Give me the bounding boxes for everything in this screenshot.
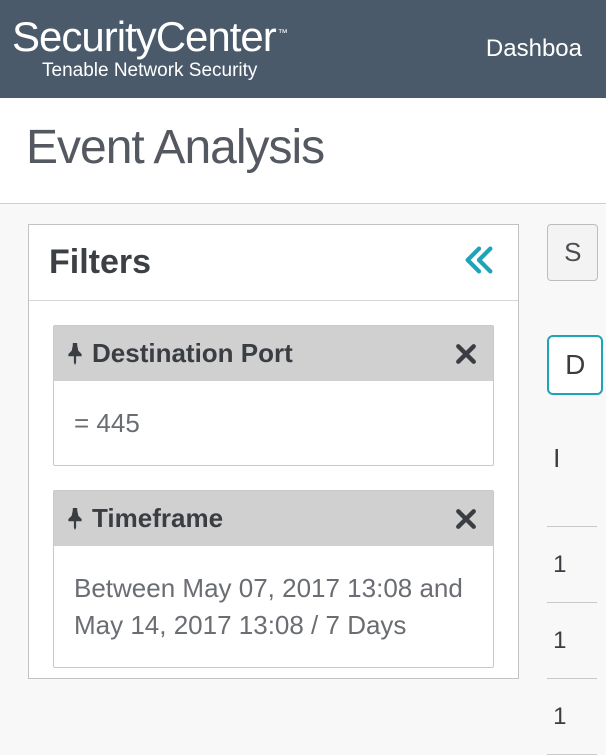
table-row[interactable]: 1 xyxy=(547,527,597,603)
logo-text: SecurityCenter™ xyxy=(12,16,486,58)
chevron-left-double-icon[interactable] xyxy=(462,243,496,282)
page-title: Event Analysis xyxy=(26,120,580,175)
filter-card-header[interactable]: Timeframe xyxy=(54,491,493,546)
filters-panel: Filters Destination Port xyxy=(28,224,519,679)
filter-list: Destination Port = 445 Timeframe xyxy=(29,301,518,678)
rhs-chip-d[interactable]: D xyxy=(547,335,603,395)
filters-title: Filters xyxy=(49,243,151,282)
close-icon[interactable] xyxy=(455,343,477,365)
filter-value: Between May 07, 2017 13:08 and May 14, 2… xyxy=(54,546,493,667)
filter-card-header[interactable]: Destination Port xyxy=(54,326,493,381)
filters-header: Filters xyxy=(29,225,518,301)
rhs-table: 1 1 1 xyxy=(547,526,597,755)
pin-icon xyxy=(66,508,84,530)
logo[interactable]: SecurityCenter™ Tenable Network Security xyxy=(12,16,486,82)
topbar: SecurityCenter™ Tenable Network Security… xyxy=(0,0,606,98)
trademark-icon: ™ xyxy=(278,28,287,39)
rhs-column: S D I 1 1 1 xyxy=(547,224,606,755)
logo-subtitle: Tenable Network Security xyxy=(42,60,486,82)
close-icon[interactable] xyxy=(455,508,477,530)
table-row[interactable]: 1 xyxy=(547,603,597,679)
rhs-label-i: I xyxy=(547,443,560,474)
pin-icon xyxy=(66,343,84,365)
filter-name: Destination Port xyxy=(92,338,447,369)
rhs-button-s[interactable]: S xyxy=(547,224,598,281)
filter-name: Timeframe xyxy=(92,503,447,534)
filter-card-destination-port: Destination Port = 445 xyxy=(53,325,494,466)
table-row[interactable]: 1 xyxy=(547,679,597,755)
page-header: Event Analysis xyxy=(0,98,606,204)
filter-value: = 445 xyxy=(54,381,493,465)
nav-dashboard[interactable]: Dashboa xyxy=(486,35,582,63)
filter-card-timeframe: Timeframe Between May 07, 2017 13:08 and… xyxy=(53,490,494,668)
content-row: Filters Destination Port xyxy=(0,204,606,755)
